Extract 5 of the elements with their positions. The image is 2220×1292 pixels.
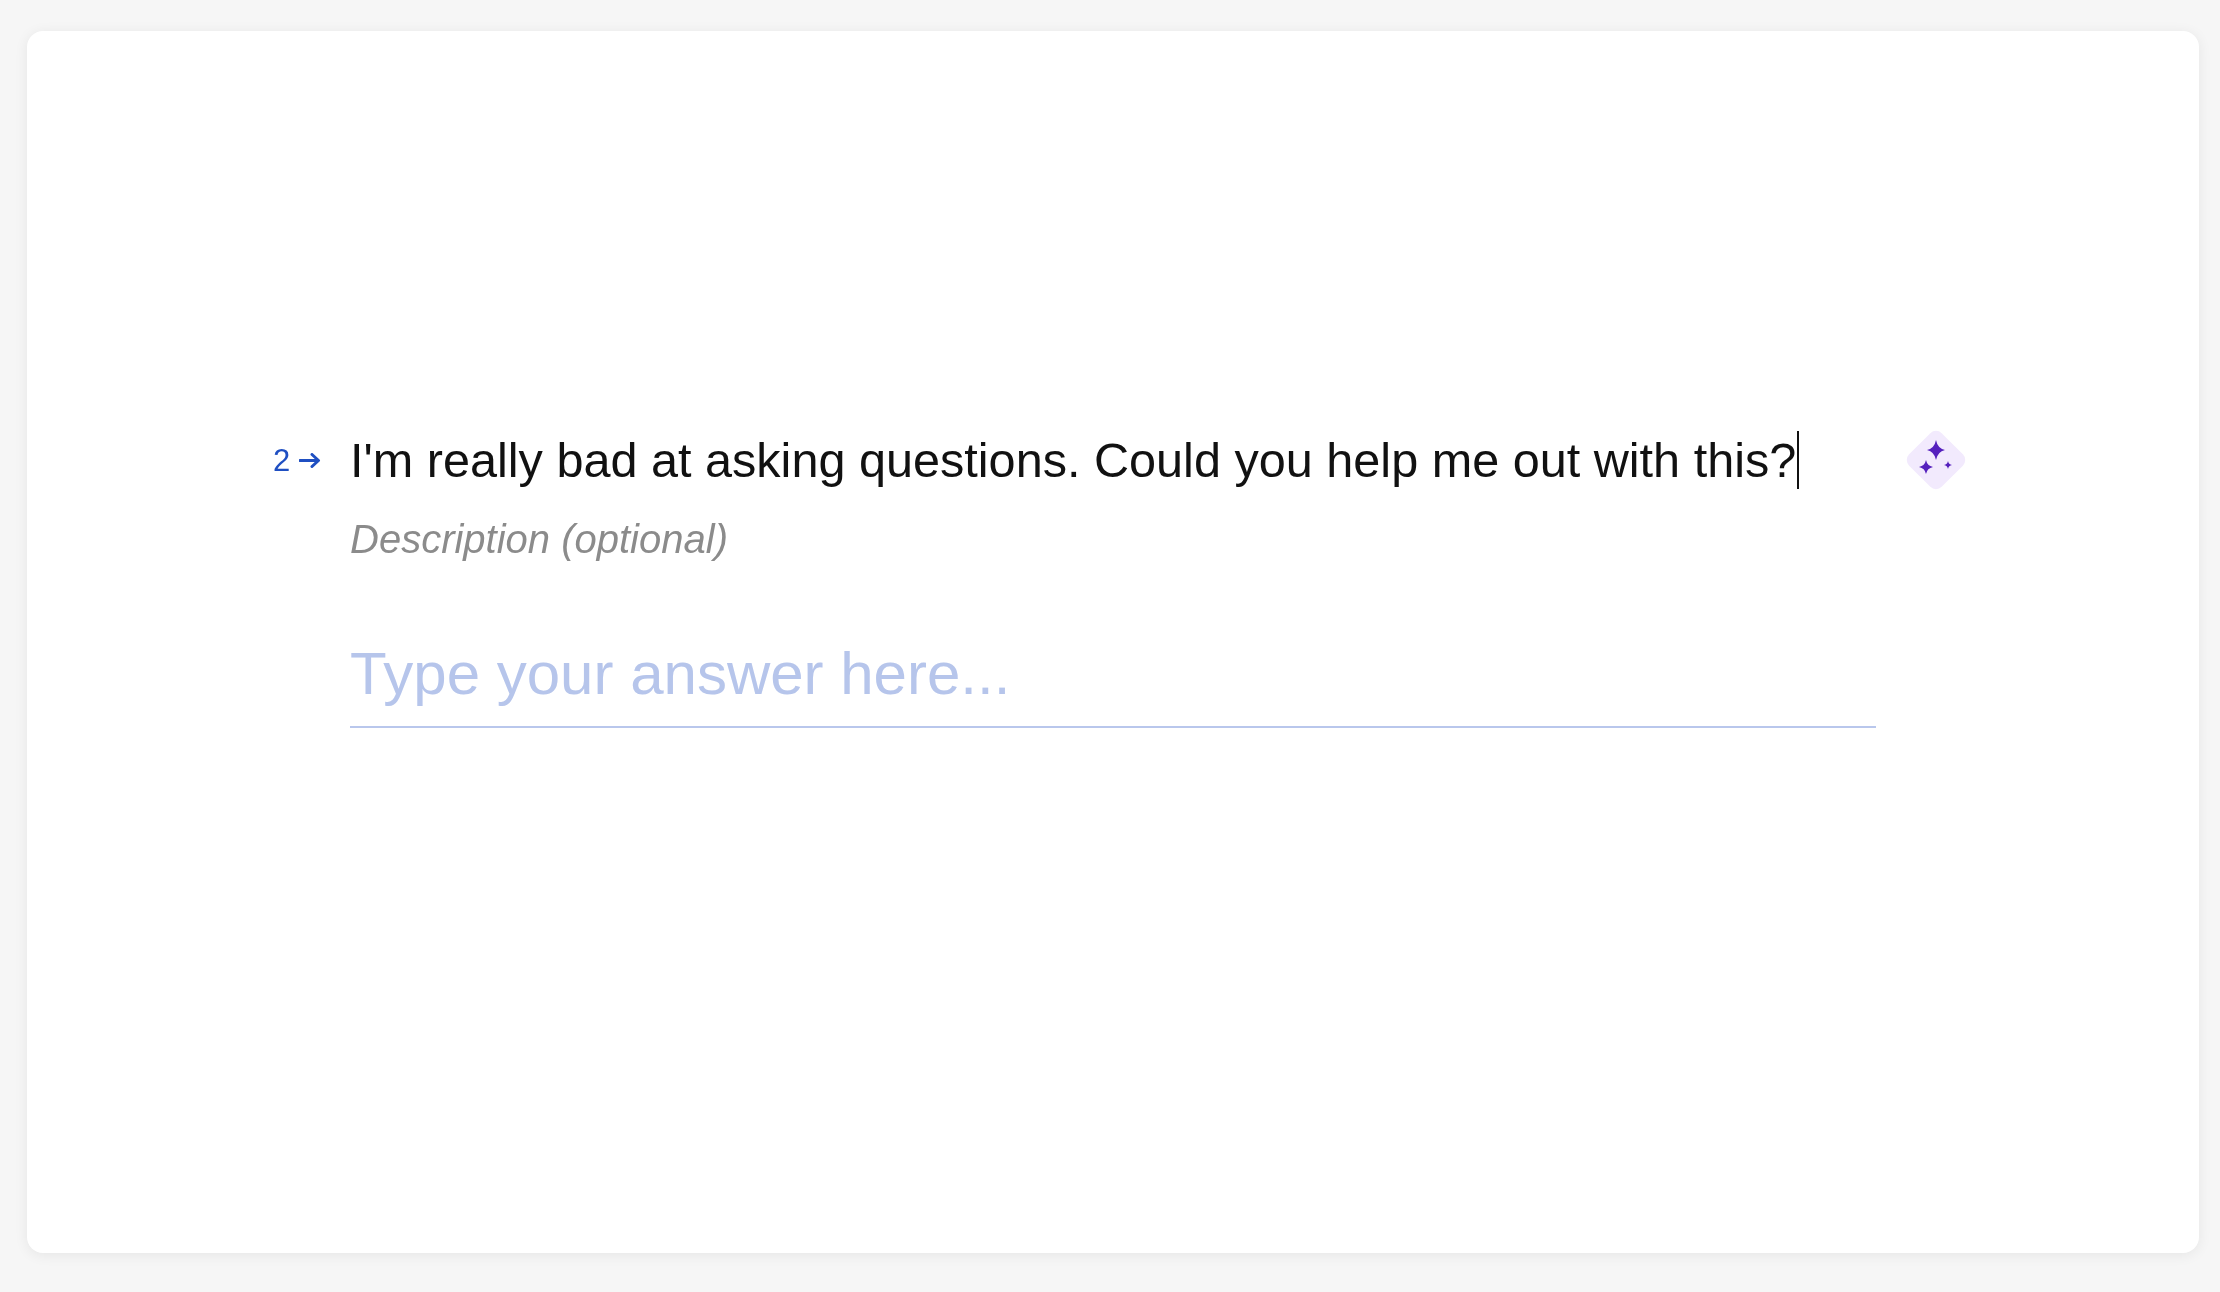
- answer-field[interactable]: Type your answer here...: [350, 638, 1876, 728]
- description-field[interactable]: Description (optional): [350, 515, 1050, 563]
- question-title[interactable]: I'm really bad at asking questions. Could you help me out with this?: [350, 430, 1797, 490]
- right-arrow-icon: [299, 452, 322, 468]
- question-number: 2: [273, 444, 291, 476]
